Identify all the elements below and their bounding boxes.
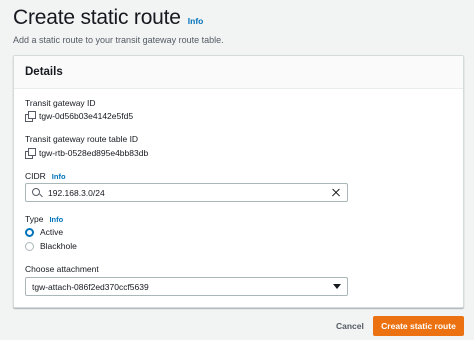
transit-gateway-id-row: tgw-0d56b03e4142e5fd5 xyxy=(25,111,134,122)
type-option-label: Active xyxy=(40,227,64,237)
transit-gateway-id-label: Transit gateway ID xyxy=(25,98,96,108)
page-title: Create static route xyxy=(13,6,181,29)
details-panel-title: Details xyxy=(25,66,63,78)
details-panel-header: Details xyxy=(14,56,463,89)
cidr-label-row: CIDR Info xyxy=(25,171,66,181)
radio-unchecked-icon[interactable] xyxy=(25,241,34,251)
type-label-row: Type Info xyxy=(25,214,63,224)
type-option-active[interactable]: Active xyxy=(25,227,63,237)
cidr-input[interactable] xyxy=(48,187,331,198)
cidr-info-link[interactable]: Info xyxy=(52,172,66,181)
type-option-blackhole[interactable]: Blackhole xyxy=(25,241,77,251)
attachment-selected-value: tgw-attach-086f2ed370ccf5639 xyxy=(32,281,149,292)
type-info-link[interactable]: Info xyxy=(49,215,63,224)
copy-icon[interactable] xyxy=(25,111,36,122)
details-panel: Details Transit gateway ID tgw-0d56b03e4… xyxy=(13,55,464,308)
create-static-route-button[interactable]: Create static route xyxy=(373,316,464,336)
type-option-label: Blackhole xyxy=(40,241,77,251)
caret-down-icon xyxy=(333,284,341,289)
route-table-id-value: tgw-rtb-0528ed895e4bb83db xyxy=(39,148,149,158)
route-table-id-row: tgw-rtb-0528ed895e4bb83db xyxy=(25,148,149,159)
route-table-id-label: Transit gateway route table ID xyxy=(25,134,139,144)
cancel-button[interactable]: Cancel xyxy=(328,316,372,336)
clear-icon[interactable] xyxy=(331,188,341,198)
page-header: Create static route Info xyxy=(13,6,203,30)
attachment-select[interactable]: tgw-attach-086f2ed370ccf5639 xyxy=(25,277,348,296)
attachment-label: Choose attachment xyxy=(25,264,99,274)
radio-checked-icon[interactable] xyxy=(25,227,34,237)
title-info-link[interactable]: Info xyxy=(188,16,204,26)
cidr-input-container[interactable] xyxy=(25,183,348,202)
type-label: Type xyxy=(25,214,44,224)
transit-gateway-id-value: tgw-0d56b03e4142e5fd5 xyxy=(39,111,134,121)
page-description: Add a static route to your transit gatew… xyxy=(13,35,224,45)
copy-icon[interactable] xyxy=(25,148,36,159)
cidr-label: CIDR xyxy=(25,171,46,181)
search-icon xyxy=(32,187,42,198)
